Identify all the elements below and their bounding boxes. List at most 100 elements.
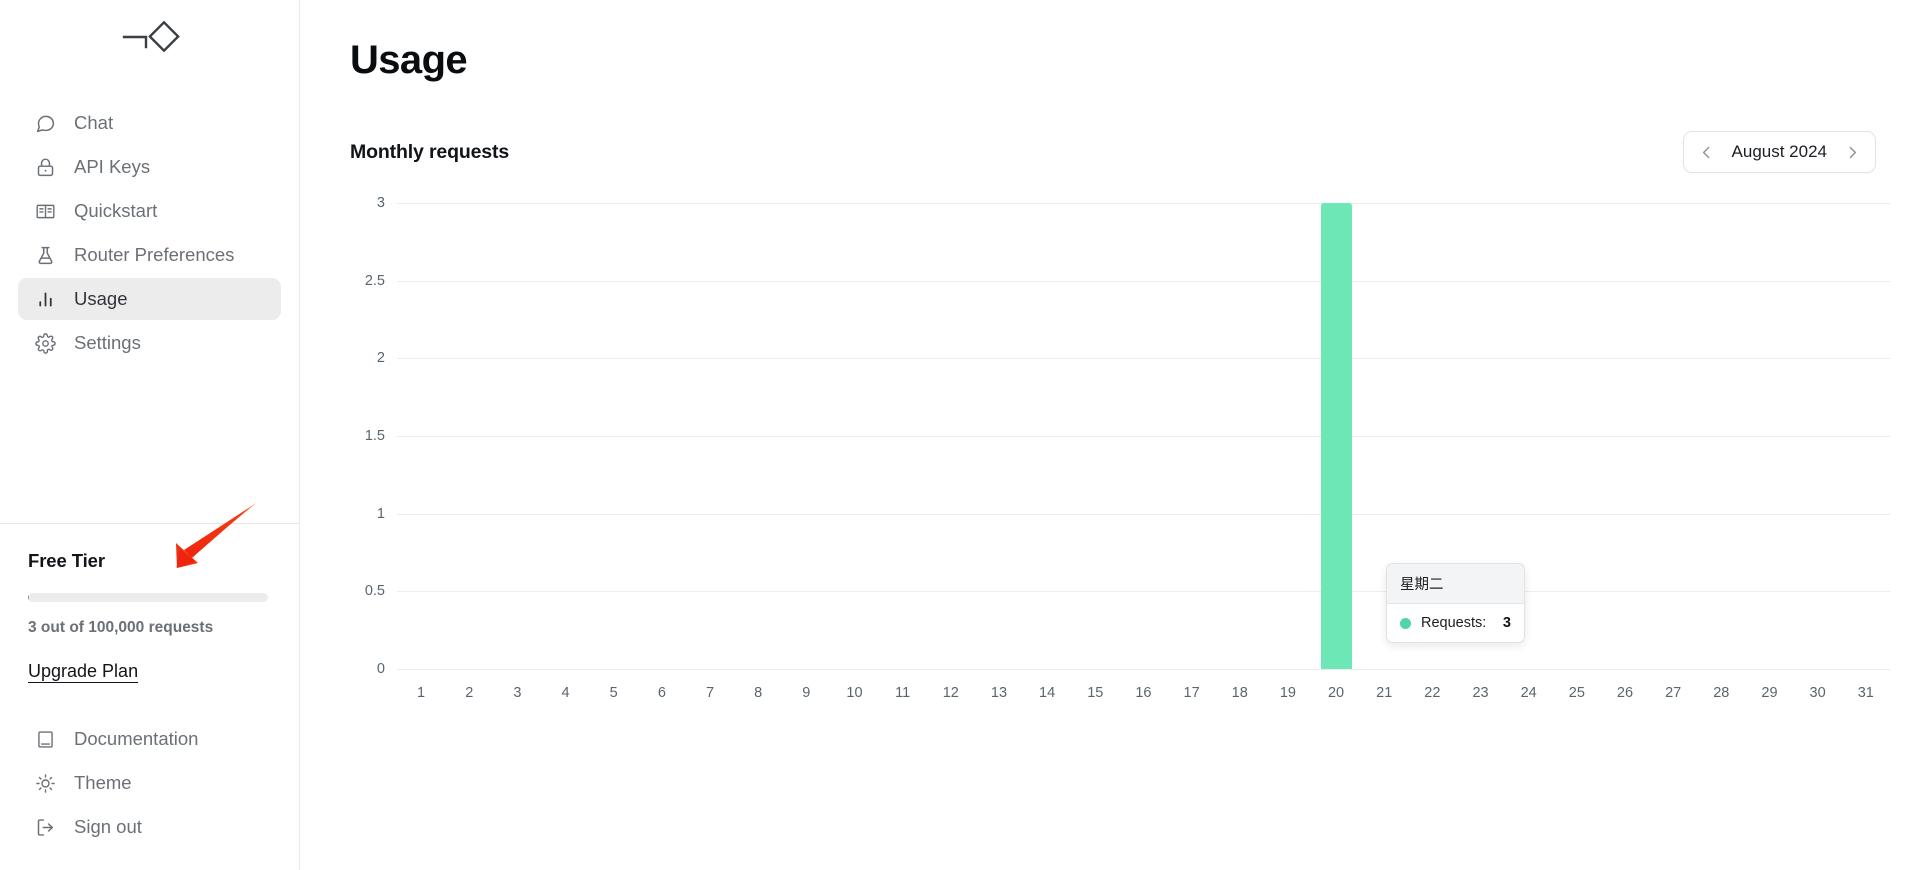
chart-subtitle: Monthly requests xyxy=(350,140,510,163)
tooltip-body: Requests: 3 xyxy=(1387,604,1524,642)
bar-slot[interactable] xyxy=(1168,203,1216,669)
bar[interactable] xyxy=(1320,203,1352,669)
chevron-right-icon xyxy=(1849,146,1856,158)
x-axis-tick: 19 xyxy=(1279,685,1296,701)
sun-icon xyxy=(34,772,56,794)
sidebar-footer-nav: Documentation Theme Sign out xyxy=(0,682,299,870)
chart-header: Monthly requests August 2024 xyxy=(350,131,1876,173)
sidebar-item-router-preferences[interactable]: Router Preferences xyxy=(18,234,281,276)
sidebar-item-label: Router Preferences xyxy=(74,244,235,265)
x-axis-tick: 23 xyxy=(1472,685,1489,701)
x-axis-tick: 1 xyxy=(417,685,426,701)
logout-icon xyxy=(34,816,56,838)
bar-slot[interactable] xyxy=(782,203,830,669)
x-axis-tick: 17 xyxy=(1183,685,1200,701)
bar-slot[interactable] xyxy=(830,203,878,669)
bar-slot[interactable] xyxy=(1697,203,1745,669)
bar-chart-icon xyxy=(34,288,56,310)
sidebar-item-label: Settings xyxy=(74,332,141,353)
y-axis-tick: 0 xyxy=(376,661,385,677)
x-axis-tick: 6 xyxy=(657,685,666,701)
plan-panel: Free Tier 3 out of 100,000 requests Upgr… xyxy=(0,524,299,682)
bar-slot[interactable] xyxy=(590,203,638,669)
bar-slot[interactable] xyxy=(1071,203,1119,669)
bar-slot[interactable] xyxy=(1264,203,1312,669)
bar-slot[interactable] xyxy=(1216,203,1264,669)
x-axis-tick: 22 xyxy=(1424,685,1441,701)
tooltip-series-value: 3 xyxy=(1502,615,1511,631)
x-axis-tick: 26 xyxy=(1616,685,1634,701)
current-month-label: August 2024 xyxy=(1731,142,1827,161)
month-navigator: August 2024 xyxy=(1682,131,1876,173)
prev-month-button[interactable] xyxy=(1690,135,1724,169)
bar-slot[interactable] xyxy=(493,203,541,669)
lock-icon xyxy=(34,156,56,178)
bar-slot[interactable] xyxy=(445,203,493,669)
x-axis-tick: 30 xyxy=(1809,685,1826,701)
chart-bars xyxy=(397,203,1890,669)
plan-usage-text: 3 out of 100,000 requests xyxy=(28,619,214,636)
sidebar-item-theme[interactable]: Theme xyxy=(18,762,281,804)
bar-slot[interactable] xyxy=(927,203,975,669)
usage-bar-chart: 3 2.5 2 1.5 1 0.5 0 1 2 3 4 5 6 7 8 9 10 11 12 13 14 15 16 17 1… xyxy=(350,195,1890,715)
bar-slot[interactable] xyxy=(1312,203,1360,669)
sidebar-item-label: Documentation xyxy=(74,728,199,749)
bar-slot[interactable] xyxy=(1553,203,1601,669)
bar-slot[interactable] xyxy=(975,203,1023,669)
chevron-left-icon xyxy=(1702,146,1710,158)
x-axis-tick: 5 xyxy=(609,685,618,701)
sidebar-item-chat[interactable]: Chat xyxy=(18,102,281,144)
x-axis-tick: 18 xyxy=(1231,685,1248,701)
sidebar-item-settings[interactable]: Settings xyxy=(18,322,281,364)
bar-slot[interactable] xyxy=(1649,203,1697,669)
brand-logo[interactable] xyxy=(0,0,299,78)
y-axis-tick: 0.5 xyxy=(364,583,385,600)
next-month-button[interactable] xyxy=(1835,135,1869,169)
sidebar-item-quickstart[interactable]: Quickstart xyxy=(18,190,281,232)
main-content: Usage Monthly requests August 2024 3 2.5… xyxy=(300,0,1920,870)
bar-slot[interactable] xyxy=(734,203,782,669)
x-axis-tick: 15 xyxy=(1087,685,1104,701)
bar-slot[interactable] xyxy=(397,203,445,669)
bar-slot[interactable] xyxy=(1794,203,1842,669)
tooltip-series-label: Requests: xyxy=(1421,615,1487,631)
bar-slot[interactable] xyxy=(541,203,589,669)
sidebar-item-usage[interactable]: Usage xyxy=(18,278,281,320)
x-axis-tick: 14 xyxy=(1039,685,1056,701)
sidebar-item-documentation[interactable]: Documentation xyxy=(18,718,281,760)
message-circle-icon xyxy=(34,112,56,134)
sidebar-item-label: Sign out xyxy=(74,816,142,837)
book-icon xyxy=(34,728,56,750)
line-diamond-logo-icon xyxy=(122,20,180,53)
bar-slot[interactable] xyxy=(1119,203,1167,669)
bar-slot[interactable] xyxy=(879,203,927,669)
x-axis-tick: 13 xyxy=(990,685,1008,701)
plan-progress-bar xyxy=(28,593,268,602)
sidebar-item-api-keys[interactable]: API Keys xyxy=(18,146,281,188)
x-axis-tick: 25 xyxy=(1568,685,1585,701)
bar-slot[interactable] xyxy=(1842,203,1890,669)
chart-tooltip: 星期二 Requests: 3 xyxy=(1386,563,1525,643)
sidebar-item-label: Chat xyxy=(74,112,114,133)
upgrade-plan-link[interactable]: Upgrade Plan xyxy=(28,661,138,682)
bar-slot[interactable] xyxy=(1023,203,1071,669)
x-axis-tick: 2 xyxy=(465,685,474,701)
sidebar-item-sign-out[interactable]: Sign out xyxy=(18,806,281,848)
tooltip-series-dot xyxy=(1400,617,1411,629)
x-axis-tick: 12 xyxy=(942,685,959,701)
x-axis-tick: 8 xyxy=(754,685,763,701)
bar-slot[interactable] xyxy=(1601,203,1649,669)
bar-slot[interactable] xyxy=(686,203,734,669)
plan-title: Free Tier xyxy=(28,550,105,571)
x-axis-tick: 7 xyxy=(705,685,715,701)
bar-slot[interactable] xyxy=(1745,203,1793,669)
bar-slot[interactable] xyxy=(638,203,686,669)
y-axis-tick: 2 xyxy=(376,350,385,367)
x-axis-tick: 11 xyxy=(895,685,911,701)
app-root: Chat API Keys Quickstart Router Preferen… xyxy=(0,0,1920,870)
x-axis-tick: 3 xyxy=(513,685,522,701)
x-axis-tick: 10 xyxy=(846,685,863,701)
x-axis-tick: 27 xyxy=(1665,685,1682,701)
y-axis-tick: 1 xyxy=(376,505,385,522)
